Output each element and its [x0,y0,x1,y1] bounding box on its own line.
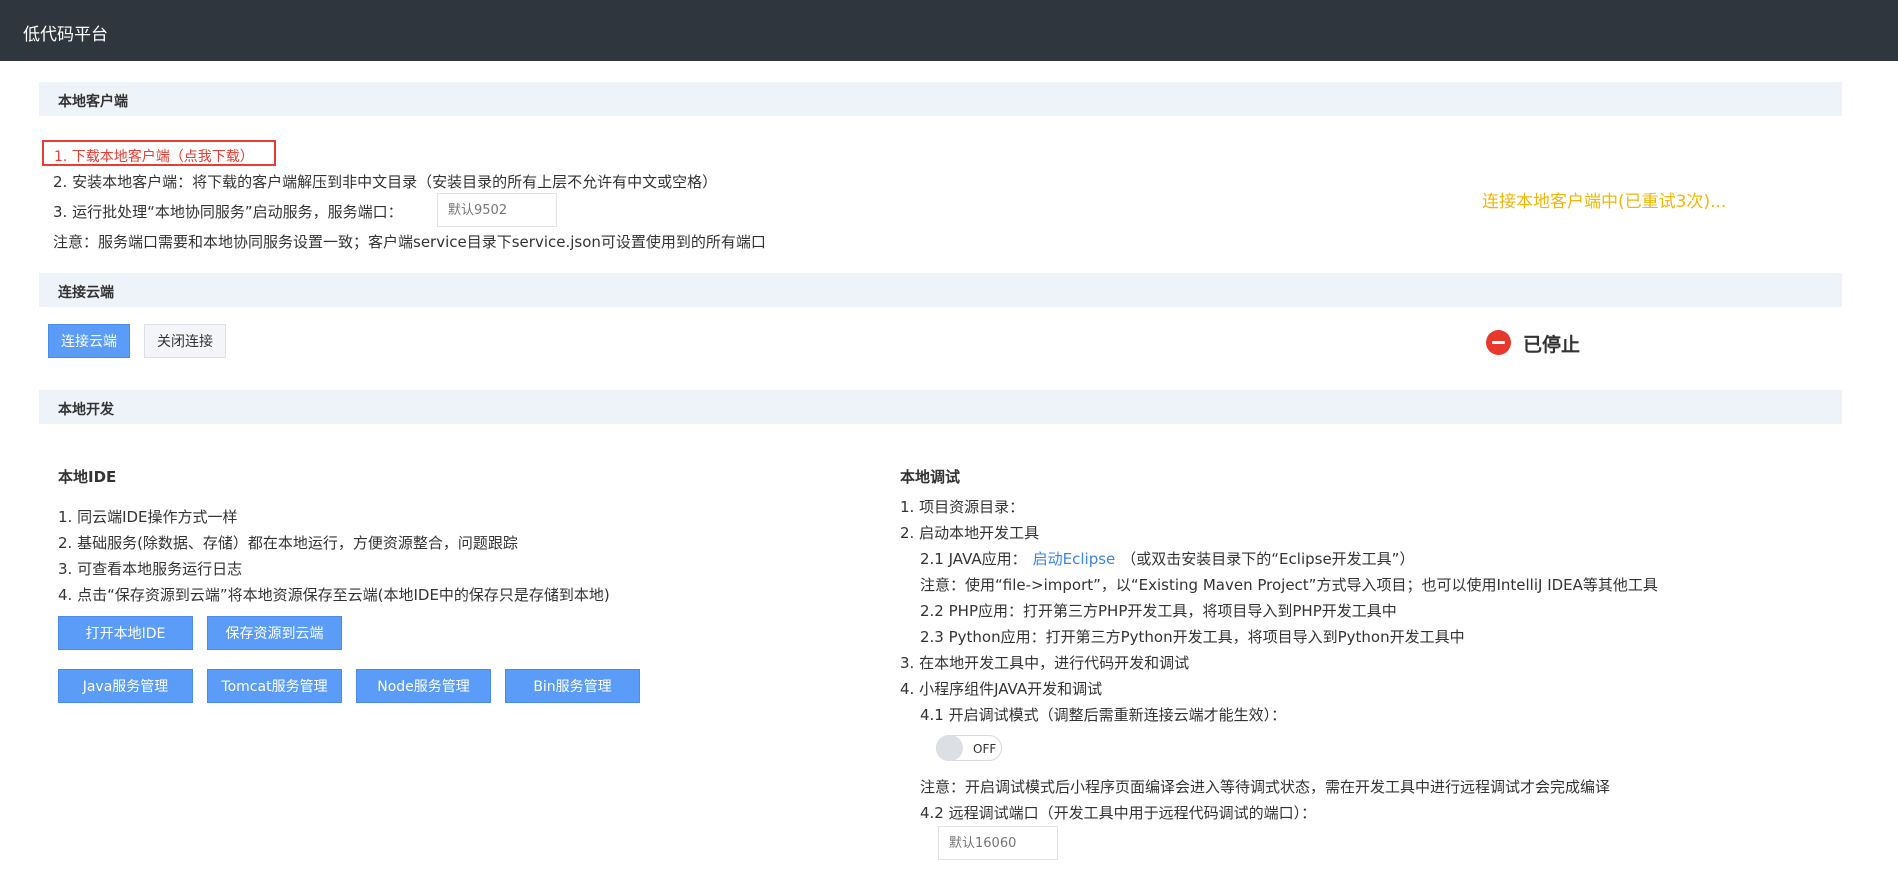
java-app-label: 2.1 JAVA应用： [920,550,1027,568]
download-client-link[interactable]: 1. 下载本地客户端（点我下载） [42,140,276,166]
toggle-label: OFF [973,742,997,756]
section-cloud: 连接云端 [39,273,1842,307]
local-debug-title: 本地调试 [900,468,961,486]
client-connection-status: 连接本地客户端中(已重试3次)... [1482,192,1727,212]
debug-port-input[interactable] [938,826,1058,860]
section-title: 本地客户端 [58,94,128,110]
debug-item-2-1: 2.1 JAVA应用： 启动Eclipse （或双击安装目录下的“Eclipse开发… [920,548,1414,569]
debug-item-2-2: 2.2 PHP应用：打开第三方PHP开发工具，将项目导入到PHP开发工具中 [920,602,1397,620]
debug-mode-toggle[interactable]: OFF [936,735,1002,761]
import-note: 注意：使用“file->import”，以“Existing Maven Pro… [920,576,1658,594]
download-client-label: 1. 下载本地客户端（点我下载） [54,149,254,165]
launch-eclipse-link[interactable]: 启动Eclipse [1033,550,1116,568]
list-item: 1. 同云端IDE操作方式一样 [58,508,238,526]
java-service-button[interactable]: Java服务管理 [58,669,193,703]
list-item: 4. 点击“保存资源到云端”将本地资源保存至云端(本地IDE中的保存只是存储到本… [58,586,610,604]
save-to-cloud-button[interactable]: 保存资源到云端 [207,616,342,650]
section-title: 本地开发 [58,402,114,418]
stopped-icon [1486,330,1511,355]
eclipse-hint: （或双击安装目录下的“Eclipse开发工具”） [1121,550,1415,568]
section-local-client: 本地客户端 [39,82,1842,116]
list-item: 3. 可查看本地服务运行日志 [58,560,243,578]
top-bar: 低代码平台 [0,0,1898,61]
debug-item-1: 1. 项目资源目录： [900,498,1025,516]
local-ide-title: 本地IDE [58,468,117,486]
section-title: 连接云端 [58,285,114,301]
debug-mode-note: 注意：开启调试模式后小程序页面编译会进入等待调式状态，需在开发工具中进行远程调试… [920,778,1611,796]
debug-item-3: 3. 在本地开发工具中，进行代码开发和调试 [900,654,1190,672]
connect-cloud-button[interactable]: 连接云端 [48,324,130,358]
section-local-dev: 本地开发 [39,390,1842,424]
cloud-status: 已停止 [1523,334,1581,356]
app-title: 低代码平台 [23,25,108,45]
node-service-button[interactable]: Node服务管理 [356,669,491,703]
debug-item-4-1: 4.1 开启调试模式（调整后需重新连接云端才能生效）： [920,706,1287,724]
service-port-input[interactable] [437,193,557,227]
tomcat-service-button[interactable]: Tomcat服务管理 [207,669,342,703]
debug-item-4: 4. 小程序组件JAVA开发和调试 [900,680,1103,698]
bin-service-button[interactable]: Bin服务管理 [505,669,640,703]
open-local-ide-button[interactable]: 打开本地IDE [58,616,193,650]
debug-item-2-3: 2.3 Python应用：打开第三方Python开发工具，将项目导入到Pytho… [920,628,1465,646]
debug-item-4-2: 4.2 远程调试端口（开发工具中用于远程代码调试的端口）： [920,804,1317,822]
toggle-knob [937,735,963,761]
run-step: 3. 运行批处理“本地协同服务”启动服务，服务端口： [53,203,403,221]
debug-item-2: 2. 启动本地开发工具 [900,524,1040,542]
list-item: 2. 基础服务(除数据、存储）都在本地运行，方便资源整合，问题跟踪 [58,534,518,552]
close-connection-button[interactable]: 关闭连接 [144,324,226,358]
port-note: 注意：服务端口需要和本地协同服务设置一致；客户端service目录下servic… [53,233,766,251]
install-step: 2. 安装本地客户端：将下载的客户端解压到非中文目录（安装目录的所有上层不允许有… [53,173,718,191]
